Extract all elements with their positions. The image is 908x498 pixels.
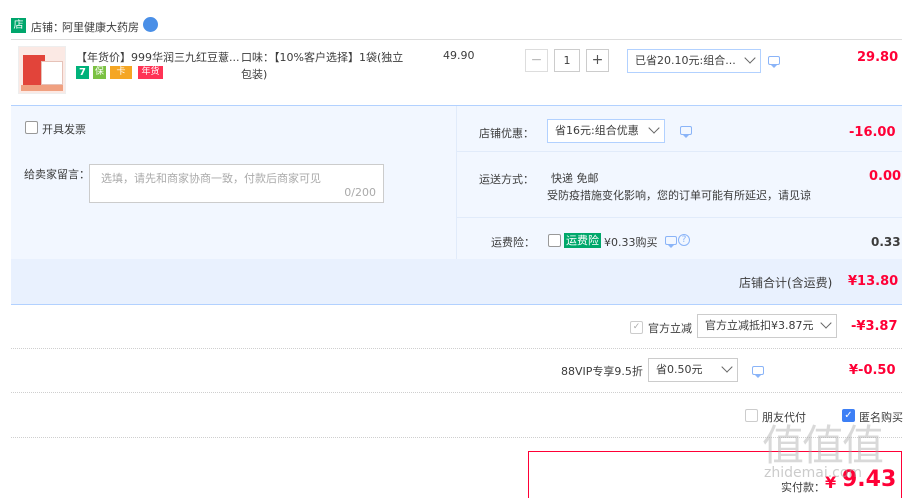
divider — [11, 392, 902, 393]
shipping-amount: 0.00 — [869, 169, 902, 184]
help-icon[interactable]: ? — [678, 234, 690, 246]
pay-label: 实付款： — [781, 481, 825, 494]
shop-promo-label: 店铺优惠： — [479, 127, 534, 140]
divider — [11, 348, 902, 349]
wangwang-icon[interactable] — [143, 17, 158, 32]
shop-promo-value: 省16元:组合优惠 — [555, 124, 639, 137]
insurance-divider — [456, 217, 902, 218]
quantity-stepper: − 1 + — [525, 49, 610, 72]
vip-label: 88VIP专享9.5折 — [561, 365, 643, 378]
vip-discount-amount: ¥-0.50 — [849, 363, 896, 378]
shop-total-amount: ¥13.80 — [848, 274, 899, 289]
official-discount-checkbox[interactable]: ✓ — [630, 321, 643, 334]
insurance-price: ¥0.33购买 — [604, 236, 658, 249]
official-discount-amount: -¥3.87 — [851, 319, 898, 334]
item-subtotal: 29.80 — [857, 50, 899, 65]
message-placeholder: 选填，请先和商家协商一致，付款后商家可见 — [101, 172, 321, 185]
message-counter: 0/200 — [344, 186, 376, 199]
watermark-logo: 值值值 — [762, 421, 884, 470]
product-spec: 口味：【10%客户选择】1袋(独立包装) — [241, 51, 404, 81]
shop-badge: 店 — [11, 18, 26, 33]
official-discount-select[interactable]: 官方立减抵扣¥3.87元 — [697, 314, 837, 338]
official-discount-value: 官方立减抵扣¥3.87元 — [705, 319, 814, 332]
insurance-amount: 0.33 — [871, 235, 901, 249]
shop-label: 店铺： — [31, 21, 64, 34]
message-label: 给卖家留言： — [24, 168, 90, 181]
shop-promo-select[interactable]: 省16元:组合优惠 — [547, 119, 665, 143]
tag-7day-icon: 7 — [76, 66, 89, 79]
chevron-down-icon — [648, 122, 660, 134]
quantity-minus-button[interactable]: − — [525, 49, 548, 72]
insurance-info-icon[interactable] — [665, 236, 677, 248]
shop-promo-info-icon[interactable] — [680, 126, 692, 138]
vip-discount-value: 省0.50元 — [656, 363, 703, 376]
tag-guarantee-icon: 保 — [93, 66, 106, 79]
insurance-tag: 运费险 — [564, 233, 601, 248]
watermark-url: zhidemai.com — [764, 465, 863, 481]
shop-total-label: 店铺合计(含运费) — [739, 276, 833, 290]
shop-name-link[interactable]: 阿里健康大药房 — [62, 19, 139, 35]
seller-message-field[interactable]: 选填，请先和商家协商一致，付款后商家可见 0/200 — [89, 164, 384, 203]
insurance-label: 运费险： — [491, 236, 535, 249]
vip-info-icon[interactable] — [752, 366, 764, 378]
item-discount-value: 已省20.10元:组合... — [635, 54, 736, 67]
item-discount-select[interactable]: 已省20.10元:组合... — [627, 49, 761, 73]
shipping-method: 快递 免邮 — [551, 172, 599, 185]
chevron-down-icon — [744, 52, 756, 64]
product-thumbnail[interactable] — [18, 46, 66, 94]
quantity-input[interactable]: 1 — [554, 49, 580, 72]
invoice-checkbox[interactable] — [25, 121, 38, 134]
official-discount-label: 官方立减 — [648, 322, 692, 335]
shipping-divider — [456, 151, 902, 152]
shipping-label: 运送方式： — [479, 173, 534, 186]
product-title-link[interactable]: 【年货价】999华润三九红豆薏... — [76, 49, 240, 65]
tag-newyear-badge: 年货 — [138, 66, 163, 79]
chevron-down-icon — [721, 361, 733, 373]
discount-info-icon[interactable] — [768, 56, 780, 68]
invoice-label: 开具发票 — [42, 123, 86, 136]
insurance-checkbox[interactable] — [548, 234, 561, 247]
shipping-delay-note: 受防疫措施变化影响，您的订单可能有所延迟，请见谅 — [547, 189, 811, 202]
tag-card-icon: 卡 — [110, 66, 132, 79]
vip-discount-select[interactable]: 省0.50元 — [648, 358, 738, 382]
column-divider — [456, 106, 457, 259]
shop-promo-amount: -16.00 — [849, 125, 896, 140]
chevron-down-icon — [820, 317, 832, 329]
friend-pay-checkbox[interactable] — [745, 409, 758, 422]
unit-price: 49.90 — [443, 49, 475, 62]
quantity-plus-button[interactable]: + — [586, 49, 609, 72]
